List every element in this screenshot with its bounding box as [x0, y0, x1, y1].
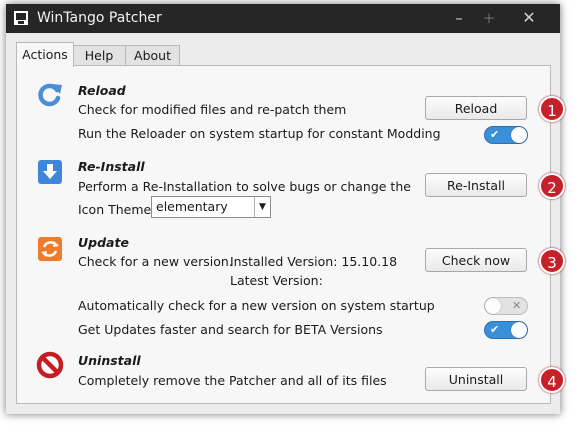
x-icon: ✕ — [512, 299, 522, 312]
refresh-icon — [38, 83, 62, 107]
app-icon — [14, 11, 28, 25]
reinstall-title: Re-Install — [78, 159, 145, 174]
chevron-down-icon: ▼ — [254, 197, 270, 217]
icon-theme-label: Icon Theme: — [78, 202, 156, 217]
maximize-button[interactable]: + — [478, 7, 500, 29]
toggle-knob — [511, 127, 527, 143]
uninstall-description: Completely remove the Patcher and all of… — [78, 373, 387, 388]
title-bar: WinTango Patcher – + ✕ — [6, 4, 560, 33]
minimize-button[interactable]: – — [448, 7, 470, 29]
uninstall-title: Uninstall — [78, 353, 141, 368]
toggle-knob — [511, 322, 527, 338]
check-now-button[interactable]: Check now — [425, 248, 527, 272]
window-title: WinTango Patcher — [37, 10, 162, 26]
reload-description: Check for modified files and re-patch th… — [78, 102, 347, 117]
beta-label: Get Updates faster and search for BETA V… — [78, 322, 383, 337]
tab-actions[interactable]: Actions — [16, 42, 74, 67]
installed-version: Installed Version: 15.10.18 — [230, 254, 398, 269]
latest-version: Latest Version: — [230, 273, 323, 288]
auto-check-toggle[interactable]: ✕ — [484, 297, 528, 315]
update-icon — [38, 237, 62, 261]
tab-about[interactable]: About — [125, 45, 180, 66]
uninstall-button[interactable]: Uninstall — [425, 367, 527, 391]
beta-toggle[interactable]: ✔ — [484, 321, 528, 339]
reinstall-button[interactable]: Re-Install — [425, 173, 527, 197]
auto-check-label: Automatically check for a new version on… — [78, 298, 435, 313]
update-title: Update — [78, 235, 129, 250]
reload-startup-toggle[interactable]: ✔ — [484, 126, 528, 144]
icon-theme-select[interactable]: elementary ▼ — [151, 196, 271, 218]
prohibited-icon — [36, 351, 64, 379]
badge-2: 2 — [539, 173, 565, 199]
app-window: WinTango Patcher – + ✕ Actions Help Abou… — [6, 4, 565, 414]
toggle-knob — [485, 298, 501, 314]
tab-help[interactable]: Help — [72, 45, 126, 66]
download-icon — [38, 160, 62, 184]
icon-theme-value: elementary — [156, 199, 228, 214]
check-icon: ✔ — [490, 323, 500, 336]
actions-panel: Reload Check for modified files and re-p… — [16, 65, 565, 404]
badge-1: 1 — [539, 96, 565, 122]
reload-button[interactable]: Reload — [425, 96, 527, 120]
update-description: Check for a new version. — [78, 254, 233, 269]
check-icon: ✔ — [490, 128, 500, 141]
close-button[interactable]: ✕ — [518, 7, 540, 29]
reload-title: Reload — [78, 83, 126, 98]
reinstall-description: Perform a Re-Installation to solve bugs … — [78, 179, 411, 194]
badge-4: 4 — [539, 367, 565, 393]
badge-3: 3 — [539, 248, 565, 274]
reload-startup-label: Run the Reloader on system startup for c… — [78, 126, 441, 141]
